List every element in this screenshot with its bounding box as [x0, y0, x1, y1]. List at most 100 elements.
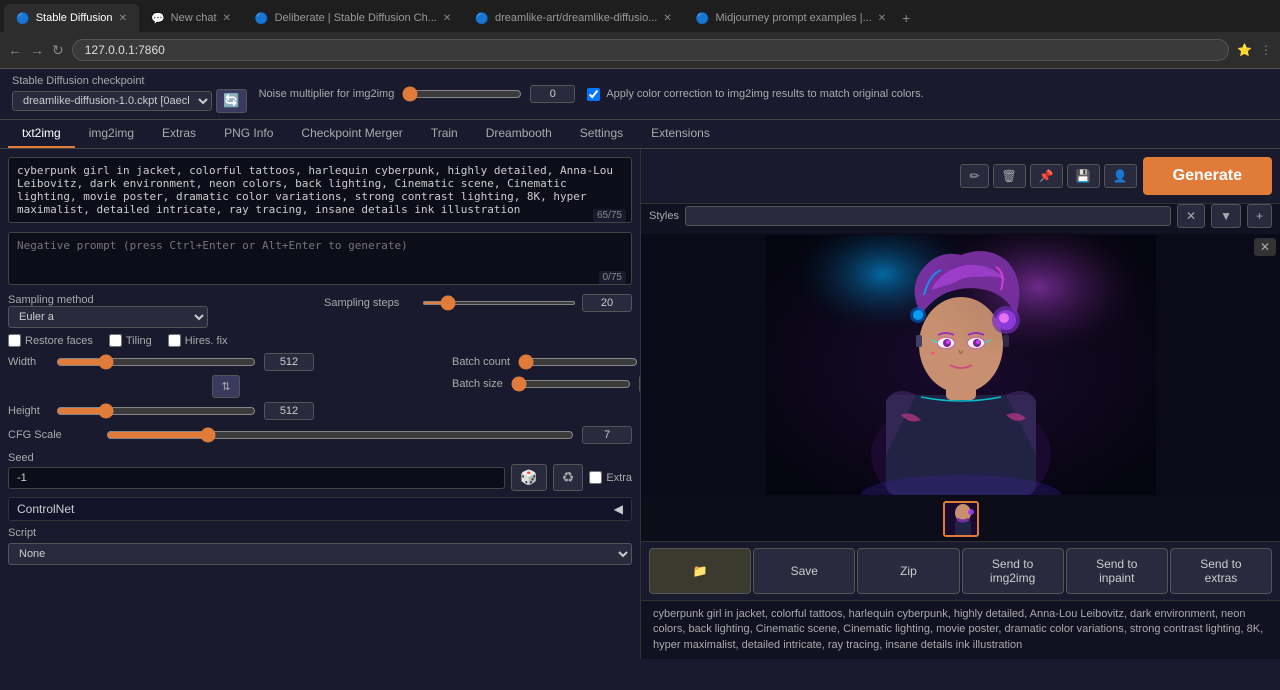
tiling-checkbox[interactable]: Tiling [109, 334, 152, 347]
generate-area: ✏ 🗑 📌 💾 👤 Generate [641, 149, 1280, 204]
forward-button[interactable]: → [30, 42, 44, 58]
styles-add-button[interactable]: + [1247, 204, 1272, 228]
tool-icon-save[interactable]: 💾 [1067, 164, 1100, 188]
tab-img2img[interactable]: img2img [75, 120, 148, 148]
tab-label: Deliberate | Stable Diffusion Ch... [275, 12, 437, 24]
cfg-scale-label: CFG Scale [8, 429, 98, 441]
extra-seed-checkbox[interactable]: Extra [589, 471, 632, 484]
tool-icon-user[interactable]: 👤 [1104, 164, 1137, 188]
tab-favicon: 🔵 [696, 12, 710, 25]
tab-close[interactable]: ✕ [663, 13, 671, 24]
tab-dreambooth[interactable]: Dreambooth [472, 120, 566, 148]
tab-png-info[interactable]: PNG Info [210, 120, 287, 148]
menu-icon[interactable]: ⋮ [1260, 43, 1272, 57]
batch-size-slider[interactable] [511, 376, 631, 392]
refresh-button[interactable]: ↻ [52, 42, 64, 59]
batch-size-row: Batch size 1 [452, 375, 632, 393]
batch-size-label: Batch size [452, 378, 503, 390]
controlnet-toggle-icon[interactable]: ◀ [614, 502, 623, 516]
tab-close[interactable]: ✕ [119, 13, 127, 24]
tab-extensions[interactable]: Extensions [637, 120, 724, 148]
styles-input[interactable] [685, 206, 1171, 226]
tab-midjourney[interactable]: 🔵 Midjourney prompt examples |... ✕ [684, 4, 898, 32]
swap-dimensions-button[interactable]: ⇅ [212, 375, 239, 398]
cfg-scale-input[interactable]: 7 [582, 426, 632, 444]
close-image-button[interactable]: ✕ [1254, 238, 1276, 256]
noise-slider[interactable] [402, 86, 522, 102]
main-tabs: txt2img img2img Extras PNG Info Checkpoi… [0, 120, 1280, 149]
thumbnail-0[interactable] [943, 501, 979, 537]
noise-input[interactable]: 0 [530, 85, 575, 103]
styles-dropdown-button[interactable]: ▼ [1211, 204, 1241, 228]
send-extras-button[interactable]: Send to extras [1170, 548, 1272, 594]
batch-count-label: Batch count [452, 356, 510, 368]
back-button[interactable]: ← [8, 42, 22, 58]
tab-dreamlike[interactable]: 🔵 dreamlike-art/dreamlike-diffusio... ✕ [463, 4, 684, 32]
tool-icon-trash[interactable]: 🗑 [993, 164, 1026, 188]
zip-button[interactable]: Zip [857, 548, 959, 594]
styles-label: Styles [649, 210, 679, 222]
send-img2img-button[interactable]: Send to img2img [962, 548, 1064, 594]
image-area: ✕ [641, 234, 1280, 497]
tab-settings[interactable]: Settings [566, 120, 637, 148]
batch-count-slider[interactable] [518, 354, 638, 370]
tab-close[interactable]: ✕ [443, 13, 451, 24]
send-inpaint-button[interactable]: Send to inpaint [1066, 548, 1168, 594]
tab-new-chat[interactable]: 💬 New chat ✕ [139, 4, 243, 32]
height-label: Height [8, 405, 48, 417]
tab-label: Stable Diffusion [36, 12, 113, 24]
tool-icon-pencil[interactable]: ✏ [960, 164, 988, 188]
sampling-steps-slider[interactable] [422, 301, 576, 305]
height-slider[interactable] [56, 403, 256, 419]
tab-deliberate[interactable]: 🔵 Deliberate | Stable Diffusion Ch... ✕ [243, 4, 463, 32]
tab-label: New chat [171, 12, 217, 24]
seed-row: -1 🎲 ♻ Extra [8, 464, 632, 491]
seed-dice-button[interactable]: 🎲 [511, 464, 546, 491]
negative-prompt-counter: 0/75 [599, 271, 626, 284]
height-row: Height 512 [8, 402, 444, 420]
positive-prompt-input[interactable]: cyberpunk girl in jacket, colorful tatto… [8, 157, 632, 223]
controlnet-label: ControlNet [17, 502, 74, 516]
checkpoint-select[interactable]: dreamlike-diffusion-1.0.ckpt [0aecbcfa2c… [12, 91, 212, 111]
color-correction-checkbox[interactable] [587, 88, 600, 101]
sampling-steps-input[interactable]: 20 [582, 294, 632, 312]
right-panel: ✏ 🗑 📌 💾 👤 Generate Styles ✕ ▼ + ✕ [640, 149, 1280, 659]
tab-train[interactable]: Train [417, 120, 472, 148]
new-tab-button[interactable]: + [902, 10, 910, 26]
tab-stable-diffusion[interactable]: 🔵 Stable Diffusion ✕ [4, 4, 139, 32]
width-slider[interactable] [56, 354, 256, 370]
tab-txt2img[interactable]: txt2img [8, 120, 75, 148]
save-button[interactable]: Save [753, 548, 855, 594]
address-bar[interactable]: 127.0.0.1:7860 [72, 39, 1229, 61]
cfg-scale-slider[interactable] [106, 427, 574, 443]
tab-close[interactable]: ✕ [878, 13, 886, 24]
tool-icon-pin[interactable]: 📌 [1030, 164, 1063, 188]
color-correction-label: Apply color correction to img2img result… [606, 88, 923, 100]
seed-input[interactable]: -1 [8, 467, 505, 489]
tab-extras[interactable]: Extras [148, 120, 210, 148]
hires-fix-checkbox[interactable]: Hires. fix [168, 334, 228, 347]
restore-faces-checkbox[interactable]: Restore faces [8, 334, 93, 347]
width-row: Width 512 [8, 353, 444, 371]
extensions-icon[interactable]: ⭐ [1237, 43, 1252, 57]
tab-checkpoint-merger[interactable]: Checkpoint Merger [287, 120, 416, 148]
browser-toolbar: ⭐ ⋮ [1237, 43, 1272, 57]
generated-image [766, 235, 1156, 495]
tab-favicon: 🔵 [475, 12, 489, 25]
cfg-scale-row: CFG Scale 7 [8, 426, 632, 444]
sampling-method-label: Sampling method [8, 294, 98, 306]
controlnet-section[interactable]: ControlNet ◀ [8, 497, 632, 521]
generate-button[interactable]: Generate [1143, 157, 1272, 195]
seed-recycle-button[interactable]: ♻ [553, 464, 584, 491]
sampling-method-select[interactable]: Euler a [8, 306, 208, 328]
styles-clear-button[interactable]: ✕ [1177, 204, 1205, 228]
negative-prompt-input[interactable] [8, 232, 632, 285]
open-folder-button[interactable]: 📁 [649, 548, 751, 594]
positive-prompt-counter: 65/75 [593, 209, 626, 222]
tab-close[interactable]: ✕ [223, 13, 231, 24]
checkpoint-refresh-button[interactable]: 🔄 [216, 89, 247, 113]
height-input[interactable]: 512 [264, 402, 314, 420]
width-input[interactable]: 512 [264, 353, 314, 371]
thumbnail-row [641, 497, 1280, 541]
script-select[interactable]: None [8, 543, 632, 565]
